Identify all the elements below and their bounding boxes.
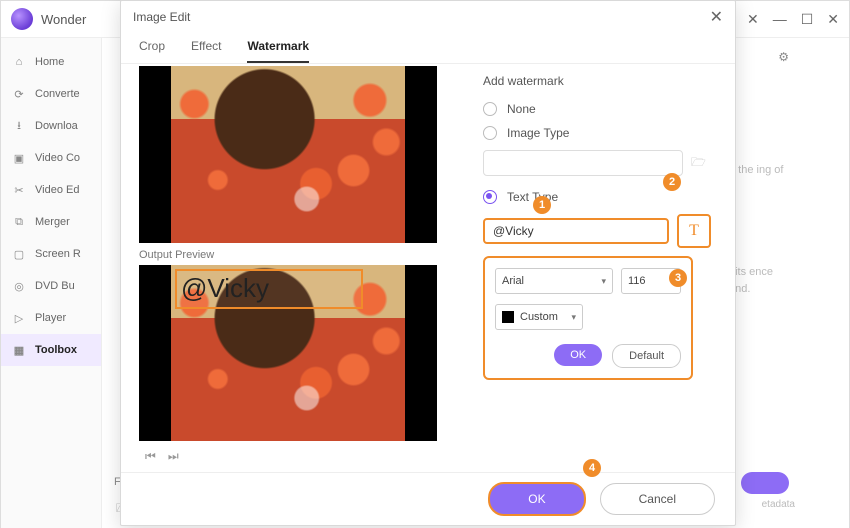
app-logo-icon [11, 8, 33, 30]
output-preview-label: Output Preview [139, 249, 467, 261]
select-value: Arial [502, 275, 524, 287]
player-icon: ▷ [11, 310, 27, 326]
tab-effect[interactable]: Effect [191, 33, 221, 63]
watermark-overlay[interactable]: @Vicky [175, 269, 363, 309]
background-text: d the ing of [729, 162, 789, 179]
modal-title-bar: Image Edit ✕ [121, 1, 735, 33]
font-family-select[interactable]: Arial ▾ [495, 268, 613, 294]
scissors-icon: ✂ [11, 182, 27, 198]
watermark-text-input[interactable] [483, 218, 669, 244]
sidebar: ⌂ Home ⟳ Converte ⭳ Downloa ▣ Video Co ✂ Vide… [1, 38, 102, 528]
home-icon: ⌂ [11, 54, 27, 70]
ok-button[interactable]: OK [488, 482, 585, 516]
sidebar-item-label: Screen R [35, 248, 81, 260]
sidebar-item-merger[interactable]: ⧉ Merger [1, 206, 101, 238]
select-value: Custom [520, 311, 558, 323]
chevron-down-icon: ▾ [601, 276, 606, 287]
sidebar-item-converter[interactable]: ⟳ Converte [1, 78, 101, 110]
font-default-button[interactable]: Default [612, 344, 681, 368]
sidebar-item-label: Toolbox [35, 344, 77, 356]
sidebar-item-dvd-burner[interactable]: ◎ DVD Bu [1, 270, 101, 302]
preview-column: Output Preview @Vicky ⏮ ⏭ [139, 64, 467, 472]
output-preview: @Vicky [139, 265, 437, 442]
callout-3: 3 [669, 269, 687, 287]
callout-2: 2 [663, 173, 681, 191]
sidebar-item-video-compressor[interactable]: ▣ Video Co [1, 142, 101, 174]
download-icon: ⭳ [11, 118, 27, 134]
callout-4: 4 [583, 459, 601, 477]
radio-label: None [507, 102, 536, 116]
toolbox-icon: ▦ [11, 342, 27, 358]
next-icon[interactable]: ⏭ [168, 449, 179, 464]
convert-icon: ⟳ [11, 86, 27, 102]
sidebar-item-screen-recorder[interactable]: ▢ Screen R [1, 238, 101, 270]
font-settings-panel: Arial ▾ 116 ▾ Custom ▾ OK [483, 256, 693, 380]
color-swatch-icon [502, 311, 514, 323]
screen-icon: ▢ [11, 246, 27, 262]
sidebar-item-label: Home [35, 56, 64, 68]
gear-icon[interactable]: ⚙ [778, 50, 789, 64]
image-path-input[interactable] [483, 150, 683, 176]
minimize-icon[interactable]: — [773, 11, 787, 28]
chevron-down-icon: ▾ [571, 312, 576, 323]
app-title: Wonder [41, 12, 86, 27]
merger-icon: ⧉ [11, 214, 27, 230]
image-edit-modal: Image Edit ✕ Crop Effect Watermark Outpu… [120, 0, 736, 526]
radio-image-type[interactable]: Image Type [483, 126, 711, 140]
original-preview [139, 66, 437, 243]
sidebar-item-toolbox[interactable]: ▦ Toolbox [1, 334, 101, 366]
sidebar-item-label: Converte [35, 88, 80, 100]
radio-icon [483, 102, 497, 116]
text-style-button[interactable]: T [677, 214, 711, 248]
watermark-panel: Add watermark None Image Type 🗁 Text Typ… [467, 64, 717, 472]
tab-crop[interactable]: Crop [139, 33, 165, 63]
modal-title: Image Edit [133, 10, 190, 24]
close-icon[interactable]: ✕ [827, 11, 839, 28]
radio-icon [483, 190, 497, 204]
cancel-button[interactable]: Cancel [600, 483, 715, 515]
font-ok-button[interactable]: OK [554, 344, 602, 366]
radio-label: Image Type [507, 126, 569, 140]
sidebar-item-label: Video Ed [35, 184, 79, 196]
panel-heading: Add watermark [483, 74, 711, 88]
sidebar-item-video-editor[interactable]: ✂ Video Ed [1, 174, 101, 206]
player-controls: ⏮ ⏭ [139, 441, 467, 472]
radio-text-type[interactable]: Text Type [483, 190, 711, 204]
sidebar-item-player[interactable]: ▷ Player [1, 302, 101, 334]
background-sub: etadata [762, 499, 795, 510]
select-value: 116 [628, 275, 646, 287]
sidebar-item-home[interactable]: ⌂ Home [1, 46, 101, 78]
radio-none[interactable]: None [483, 102, 711, 116]
outer-close-icon[interactable]: ✕ [747, 11, 759, 28]
callout-1: 1 [533, 196, 551, 214]
browse-folder-icon[interactable]: 🗁 [691, 153, 711, 173]
video-icon: ▣ [11, 150, 27, 166]
maximize-icon[interactable]: ☐ [801, 11, 814, 28]
sidebar-item-label: DVD Bu [35, 280, 75, 292]
modal-close-icon[interactable]: ✕ [710, 7, 723, 27]
prev-icon[interactable]: ⏮ [145, 449, 156, 464]
sidebar-item-label: Downloa [35, 120, 78, 132]
sidebar-item-label: Merger [35, 216, 70, 228]
tab-watermark[interactable]: Watermark [247, 33, 309, 63]
modal-footer: OK Cancel [121, 472, 735, 525]
dvd-icon: ◎ [11, 278, 27, 294]
sidebar-item-label: Player [35, 312, 66, 324]
background-text: aits ence und. [729, 264, 789, 297]
tab-bar: Crop Effect Watermark [121, 33, 735, 64]
color-mode-select[interactable]: Custom ▾ [495, 304, 583, 330]
sidebar-item-downloader[interactable]: ⭳ Downloa [1, 110, 101, 142]
sidebar-item-label: Video Co [35, 152, 80, 164]
radio-icon [483, 126, 497, 140]
metadata-button[interactable] [741, 472, 789, 494]
